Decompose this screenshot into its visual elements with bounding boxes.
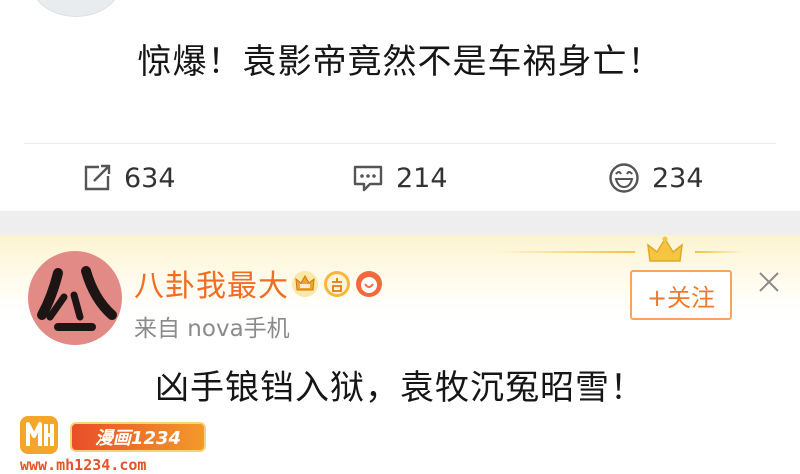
comment-count: 214 <box>396 162 448 194</box>
avatar[interactable] <box>28 251 122 345</box>
post-card-top: 惊爆！袁影帝竟然不是车祸身亡！ 634 214 234 <box>0 0 800 211</box>
like-button[interactable]: 234 <box>608 158 704 198</box>
watermark: 漫画1234 www.mh1234.com <box>18 414 238 474</box>
like-count: 234 <box>652 162 704 194</box>
post-source: 来自 nova手机 <box>134 316 290 342</box>
site-logo-icon <box>20 416 58 454</box>
comment-button[interactable]: 214 <box>352 158 448 198</box>
repost-count: 634 <box>124 162 176 194</box>
decoration-line <box>695 251 745 253</box>
user-badges <box>291 270 383 298</box>
share-icon <box>84 164 111 191</box>
post-text: 惊爆！袁影帝竟然不是车祸身亡！ <box>137 42 663 82</box>
post-text: 凶手锒铛入狱，袁牧沉冤昭雪！ <box>155 368 645 408</box>
watermark-logo-text: 漫画1234 <box>70 422 206 452</box>
like-smile-icon <box>609 163 639 193</box>
crown-decoration-icon <box>647 236 683 262</box>
fan-badge-icon[interactable] <box>355 270 383 298</box>
crown-vip-icon[interactable] <box>291 270 319 298</box>
answer-badge-icon[interactable] <box>323 270 351 298</box>
repost-button[interactable]: 634 <box>82 158 176 198</box>
feed-separator <box>0 211 800 235</box>
avatar[interactable] <box>30 0 122 17</box>
close-icon[interactable] <box>758 271 780 293</box>
avatar-image <box>37 266 117 331</box>
username[interactable]: 八卦我最大 <box>134 261 289 305</box>
action-bar: 634 214 234 <box>0 152 800 204</box>
follow-button[interactable]: +关注 <box>630 270 732 320</box>
watermark-url: www.mh1234.com <box>20 456 147 474</box>
divider <box>24 143 776 144</box>
comment-icon <box>353 165 383 192</box>
decoration-line <box>495 251 635 253</box>
